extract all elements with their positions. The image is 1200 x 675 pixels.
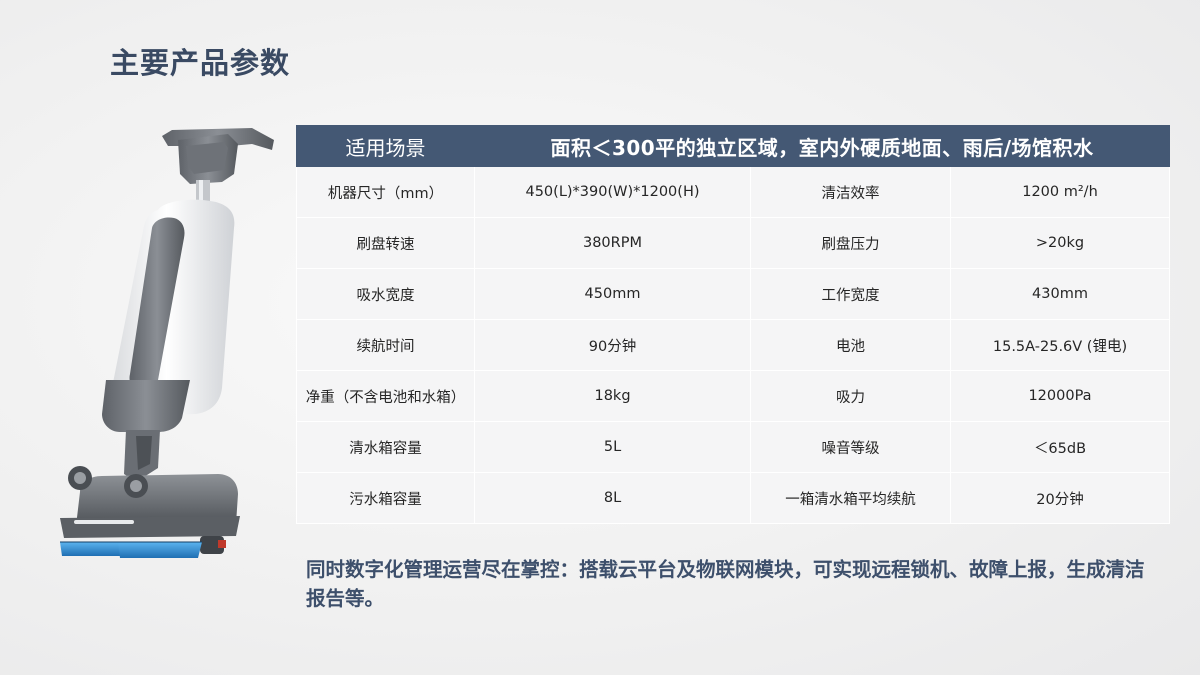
param-label: 一箱清水箱平均续航 bbox=[750, 472, 951, 524]
floor-scrubber-image bbox=[60, 128, 274, 558]
table-row: 污水箱容量 8L 一箱清水箱平均续航 20分钟 bbox=[296, 472, 1170, 524]
param-value: 450mm bbox=[474, 268, 751, 320]
param-label: 清水箱容量 bbox=[296, 421, 475, 473]
param-value: 430mm bbox=[950, 268, 1170, 320]
table-row: 净重（不含电池和水箱） 18kg 吸力 12000Pa bbox=[296, 370, 1170, 422]
param-label: 吸力 bbox=[750, 370, 951, 422]
param-value: 380RPM bbox=[474, 217, 751, 269]
param-label: 续航时间 bbox=[296, 319, 475, 371]
param-value: 20分钟 bbox=[950, 472, 1170, 524]
param-value: 12000Pa bbox=[950, 370, 1170, 422]
param-value: 90分钟 bbox=[474, 319, 751, 371]
table-row: 续航时间 90分钟 电池 15.5A-25.6V (锂电) bbox=[296, 319, 1170, 371]
param-value: 1200 m²/h bbox=[950, 166, 1170, 218]
param-value: ＜65dB bbox=[950, 421, 1170, 473]
header-label: 适用场景 bbox=[296, 125, 475, 167]
param-value: 15.5A-25.6V (锂电) bbox=[950, 319, 1170, 371]
param-label: 净重（不含电池和水箱） bbox=[296, 370, 475, 422]
param-value: 5L bbox=[474, 421, 751, 473]
spec-table: 适用场景 面积＜300平的独立区域，室内外硬质地面、雨后/场馆积水 机器尺寸（m… bbox=[296, 125, 1170, 524]
param-label: 噪音等级 bbox=[750, 421, 951, 473]
param-label: 污水箱容量 bbox=[296, 472, 475, 524]
param-label: 工作宽度 bbox=[750, 268, 951, 320]
param-value: 450(L)*390(W)*1200(H) bbox=[474, 166, 751, 218]
table-header-row: 适用场景 面积＜300平的独立区域，室内外硬质地面、雨后/场馆积水 bbox=[296, 125, 1170, 167]
param-label: 刷盘转速 bbox=[296, 217, 475, 269]
table-row: 机器尺寸（mm） 450(L)*390(W)*1200(H) 清洁效率 1200 m²… bbox=[296, 166, 1170, 218]
table-row: 清水箱容量 5L 噪音等级 ＜65dB bbox=[296, 421, 1170, 473]
param-value: 8L bbox=[474, 472, 751, 524]
footer-note: 同时数字化管理运营尽在掌控：搭载云平台及物联网模块，可实现远程锁机、故障上报，生… bbox=[306, 558, 1145, 610]
param-label: 电池 bbox=[750, 319, 951, 371]
param-value: 18kg bbox=[474, 370, 751, 422]
header-value: 面积＜300平的独立区域，室内外硬质地面、雨后/场馆积水 bbox=[474, 125, 1170, 167]
table-row: 刷盘转速 380RPM 刷盘压力 >20kg bbox=[296, 217, 1170, 269]
param-label: 吸水宽度 bbox=[296, 268, 475, 320]
param-label: 清洁效率 bbox=[750, 166, 951, 218]
param-label: 刷盘压力 bbox=[750, 217, 951, 269]
param-value: >20kg bbox=[950, 217, 1170, 269]
param-label: 机器尺寸（mm） bbox=[296, 166, 475, 218]
table-row: 吸水宽度 450mm 工作宽度 430mm bbox=[296, 268, 1170, 320]
page-title: 主要产品参数 bbox=[110, 46, 291, 80]
